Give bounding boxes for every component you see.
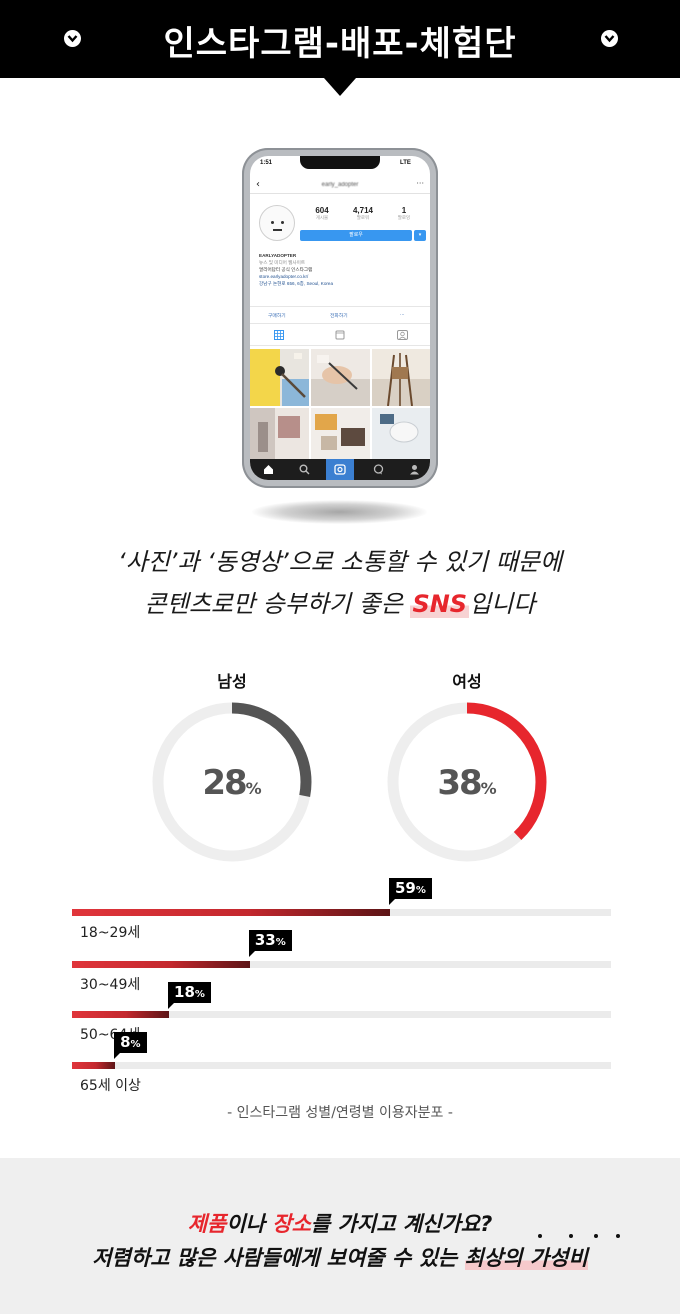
follow-button: 팔로우 bbox=[300, 230, 412, 241]
header-pointer bbox=[324, 78, 356, 96]
avatar bbox=[259, 205, 295, 241]
age-tag: 18% bbox=[168, 982, 211, 1009]
status-time: 1:51 bbox=[260, 160, 273, 166]
search-icon bbox=[299, 464, 310, 475]
profile-bio: EARLYADOPTER 뉴스 및 미디어 웹사이트 얼리어답터 공식 인스타그… bbox=[259, 253, 334, 286]
photo-thumb bbox=[311, 408, 370, 465]
phone-shadow bbox=[252, 500, 427, 524]
photo-thumb bbox=[250, 349, 309, 406]
emphasis-dot bbox=[538, 1234, 542, 1238]
emphasis-dot bbox=[569, 1234, 573, 1238]
age-bar-fill bbox=[72, 1011, 170, 1018]
intro-line-2: 콘텐츠로만 승부하기 좋은 SNS입니다 bbox=[144, 590, 536, 618]
feed-icon bbox=[335, 330, 345, 340]
age-bar-fill bbox=[72, 1062, 116, 1069]
chevron-down-icon bbox=[601, 30, 618, 47]
profile-topbar: ‹ early_adopter ··· bbox=[250, 178, 430, 194]
age-tag: 59% bbox=[389, 878, 432, 905]
male-label: 남성 bbox=[217, 672, 247, 691]
photo-grid bbox=[250, 349, 430, 465]
age-bar-fill bbox=[72, 909, 390, 916]
bottom-nav bbox=[250, 459, 430, 480]
page-title: 인스타그램-배포-체험단 bbox=[163, 24, 517, 64]
age-bar-track bbox=[72, 1062, 611, 1069]
value-highlight: 최상의 가성비 bbox=[464, 1246, 588, 1270]
male-percent: 28% bbox=[202, 763, 262, 803]
female-label: 여성 bbox=[452, 672, 482, 691]
female-percent: 38% bbox=[437, 763, 497, 803]
home-icon bbox=[264, 465, 273, 474]
age-tag: 33% bbox=[248, 930, 292, 957]
phone-screen: 1:51 LTE ‹ early_adopter ··· 604 게시물 4,7… bbox=[250, 156, 430, 480]
emphasis-dot bbox=[616, 1234, 620, 1238]
camera-icon bbox=[334, 464, 346, 475]
age-bar-track bbox=[72, 1011, 611, 1018]
status-signal: LTE bbox=[400, 160, 411, 166]
sns-highlight: SNS bbox=[410, 590, 470, 618]
age-bar-track bbox=[72, 961, 611, 968]
age-bar-fill bbox=[72, 961, 250, 968]
profile-username: early_adopter bbox=[321, 182, 359, 188]
age-label: 18~29세 bbox=[80, 925, 141, 941]
male-donut-chart: 28% bbox=[150, 700, 314, 864]
stat-followers: 4,714 팔로워 bbox=[352, 206, 374, 221]
grid-icon bbox=[274, 330, 284, 340]
photo-thumb bbox=[372, 408, 430, 465]
female-donut-chart: 38% bbox=[385, 700, 549, 864]
phone-mockup: 1:51 LTE ‹ early_adopter ··· 604 게시물 4,7… bbox=[242, 148, 438, 488]
more-icon: ··· bbox=[416, 179, 424, 188]
header-banner: 인스타그램-배포-체험단 bbox=[0, 0, 680, 78]
footer-line-1: 제품이나 장소를 가지고 계신가요? bbox=[187, 1212, 493, 1236]
photo-thumb bbox=[250, 408, 309, 465]
profile-tabs bbox=[250, 326, 430, 346]
photo-thumb bbox=[372, 349, 430, 406]
profile-actions: 구매하기 전화하기 ... bbox=[250, 306, 430, 324]
phone-notch bbox=[300, 156, 380, 169]
profile-icon bbox=[410, 465, 419, 475]
activity-icon bbox=[373, 464, 384, 475]
age-bar-track bbox=[72, 909, 611, 916]
photo-thumb bbox=[311, 349, 370, 406]
footer-line-2: 저렴하고 많은 사람들에게 보여줄 수 있는 최상의 가성비 bbox=[92, 1246, 588, 1270]
age-label: 65세 이상 bbox=[80, 1078, 141, 1094]
chart-caption: - 인스타그램 성별/연령별 이용자분포 - bbox=[227, 1105, 453, 1121]
footer-banner: 제품이나 장소를 가지고 계신가요? 저렴하고 많은 사람들에게 보여줄 수 있… bbox=[0, 1158, 680, 1314]
emphasis-dot bbox=[594, 1234, 598, 1238]
stat-posts: 604 게시물 bbox=[315, 206, 329, 221]
tagged-icon bbox=[397, 330, 408, 340]
stat-following: 1 팔로잉 bbox=[397, 206, 411, 221]
intro-line-1: ‘사진’과 ‘동영상’으로 소통할 수 있기 때문에 bbox=[117, 548, 563, 576]
age-label: 30~49세 bbox=[80, 977, 141, 993]
dropdown-icon: ▾ bbox=[414, 230, 426, 241]
age-tag: 8% bbox=[114, 1032, 147, 1059]
